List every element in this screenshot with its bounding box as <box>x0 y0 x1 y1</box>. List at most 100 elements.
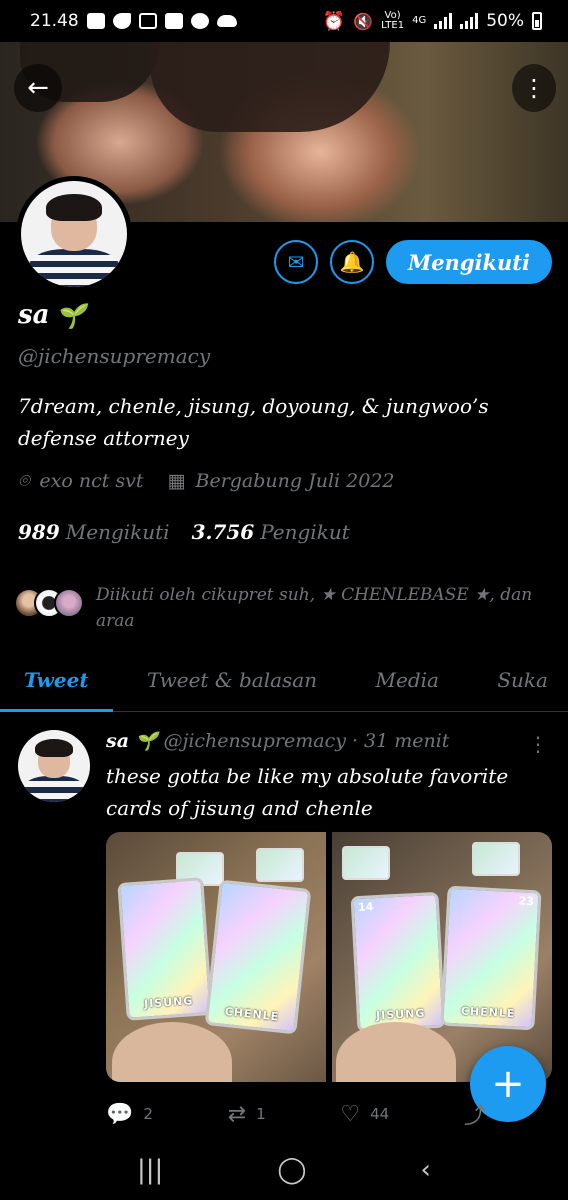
signal-bars-2-icon <box>460 13 479 29</box>
retweet-button[interactable]: ⇄ 1 <box>228 1098 266 1130</box>
avatar-image <box>21 181 127 287</box>
gallery-icon <box>164 13 183 29</box>
sprout-emoji: 🌱 <box>135 730 158 752</box>
retweet-count: 1 <box>256 1105 266 1123</box>
followed-by-row[interactable]: Diikuti oleh cikupret suh, ★ CHENLEBASE … <box>14 582 536 634</box>
tweet-photo-2[interactable]: 14 JISUNG 23 CHENLE <box>332 832 552 1082</box>
sprout-emoji: 🌱 <box>55 300 86 330</box>
more-vertical-icon: ⋮ <box>522 74 546 102</box>
followers-label: Pengikut <box>260 520 350 544</box>
cloud-icon <box>216 15 237 27</box>
tweet-media: JISUNG CHENLE 14 JISUNG 23 CHENLE <box>106 832 552 1082</box>
battery-icon <box>532 12 542 30</box>
followed-by-text: Diikuti oleh cikupret suh, ★ CHENLEBASE … <box>96 585 533 631</box>
status-left: 21.48 <box>30 11 237 31</box>
heart-icon: ♡ <box>340 1101 361 1127</box>
background-card <box>342 846 390 880</box>
mute-icon: 🔇 <box>353 11 374 31</box>
tweet-author-handle: @jichensupremacy <box>163 730 346 752</box>
background-card <box>256 848 304 882</box>
tweet-time: 31 menit <box>364 730 450 752</box>
location-text: exo nct svt <box>39 470 144 492</box>
profile-bio: 7dream, chenle, jisung, doyoung, & jungw… <box>18 394 489 450</box>
status-time: 21.48 <box>30 11 79 31</box>
signal-gen: 4G <box>412 15 427 26</box>
tab-media[interactable]: Media <box>376 650 439 710</box>
retweet-icon: ⇄ <box>227 1101 247 1127</box>
recent-apps-button[interactable]: ||| <box>137 1155 163 1185</box>
tweet-actions: 💬 2 ⇄ 1 ♡ 44 ⤴ <box>106 1098 486 1130</box>
avatar-hair <box>46 193 102 222</box>
system-nav-bar: ||| ◯ ‹ <box>0 1140 568 1200</box>
more-options-button[interactable]: ⋮ <box>512 64 556 112</box>
location-item: ⌾ exo nct svt <box>18 470 144 492</box>
profile-name-row: sa 🌱 <box>18 300 85 330</box>
tweet-text: these gotta be like my absolute favorite… <box>106 764 509 820</box>
profile-tabs: Tweet Tweet & balasan Media Suka <box>0 650 568 712</box>
photocard-jisung: JISUNG <box>117 877 213 1021</box>
photocard-jisung-2: 14 JISUNG <box>350 891 446 1033</box>
mutual-avatars <box>14 588 84 618</box>
background-card <box>472 842 520 876</box>
avatar <box>54 588 84 618</box>
back-nav-button[interactable]: ‹ <box>421 1155 431 1185</box>
avatar-shirt <box>23 776 85 802</box>
followers-stat[interactable]: 3.756 Pengikut <box>192 520 350 544</box>
card-number: 14 <box>357 900 374 915</box>
photocard-chenle-2: 23 CHENLE <box>440 885 542 1031</box>
like-button[interactable]: ♡ 44 <box>340 1098 389 1130</box>
share-button[interactable]: ⤴ <box>464 1098 486 1130</box>
tab-tweet[interactable]: Tweet <box>0 650 113 712</box>
notify-button[interactable]: 🔔 <box>329 240 374 284</box>
avatar-hair <box>35 738 73 758</box>
hand-image <box>336 1022 456 1082</box>
tweet-author-name[interactable]: sa <box>106 730 129 752</box>
hand-image <box>112 1022 232 1082</box>
following-stat[interactable]: 989 Mengikuti <box>18 520 170 544</box>
home-button[interactable]: ◯ <box>277 1155 306 1185</box>
reply-count: 2 <box>143 1105 153 1123</box>
profile-avatar[interactable] <box>16 176 132 292</box>
instagram-icon <box>138 13 157 29</box>
tweet-more-button[interactable]: ⋮ <box>528 732 548 756</box>
follow-stats: 989 Mengikuti 3.756 Pengikut <box>18 520 350 544</box>
bell-plus-icon: 🔔 <box>339 250 365 274</box>
location-pin-icon: ⌾ <box>18 470 30 492</box>
status-bar: 21.48 ⏰ 🔇 Vo) LTE1 4G 50% <box>0 0 568 42</box>
twitter-icon <box>112 13 131 29</box>
youtube-icon <box>86 13 105 29</box>
joined-text: Bergabung Juli 2022 <box>195 470 395 492</box>
following-label: Mengikuti <box>65 520 170 544</box>
reply-icon: 💬 <box>106 1101 134 1127</box>
followers-count: 3.756 <box>191 520 255 544</box>
alarm-icon: ⏰ <box>322 10 346 32</box>
plus-icon: + <box>491 1061 525 1107</box>
dot-separator: · <box>351 730 359 752</box>
back-button[interactable]: ← <box>14 64 62 112</box>
card-label-chenle-2: CHENLE <box>460 1004 516 1021</box>
status-right: ⏰ 🔇 Vo) LTE1 4G 50% <box>323 11 542 32</box>
signal-bars-1-icon <box>434 13 453 29</box>
card-number: 23 <box>518 894 535 909</box>
arrow-left-icon: ← <box>27 73 49 103</box>
reply-button[interactable]: 💬 2 <box>106 1098 153 1130</box>
profile-actions: ✉ 🔔 Mengikuti <box>273 240 552 284</box>
like-count: 44 <box>370 1105 390 1123</box>
profile-meta: ⌾ exo nct svt ▦ Bergabung Juli 2022 <box>18 470 409 492</box>
mail-icon: ✉ <box>287 250 305 274</box>
tweet-header: sa 🌱 @jichensupremacy · 31 menit <box>106 730 449 752</box>
tab-likes[interactable]: Suka <box>497 650 548 710</box>
message-button[interactable]: ✉ <box>273 240 318 284</box>
following-count: 989 <box>18 520 60 544</box>
card-label-jisung: JISUNG <box>143 994 194 1011</box>
tab-tweets-replies[interactable]: Tweet & balasan <box>147 650 317 710</box>
avatar-shirt <box>29 248 119 287</box>
tweet-photo-1[interactable]: JISUNG CHENLE <box>106 832 326 1082</box>
following-button[interactable]: Mengikuti <box>385 240 552 284</box>
photocard-chenle: CHENLE <box>204 879 312 1035</box>
more-vertical-icon: ⋮ <box>528 732 548 756</box>
profile-name: sa <box>18 300 50 330</box>
battery-percent: 50% <box>486 11 524 31</box>
tweet-avatar[interactable] <box>18 730 90 802</box>
share-icon: ⤴ <box>463 1104 486 1129</box>
